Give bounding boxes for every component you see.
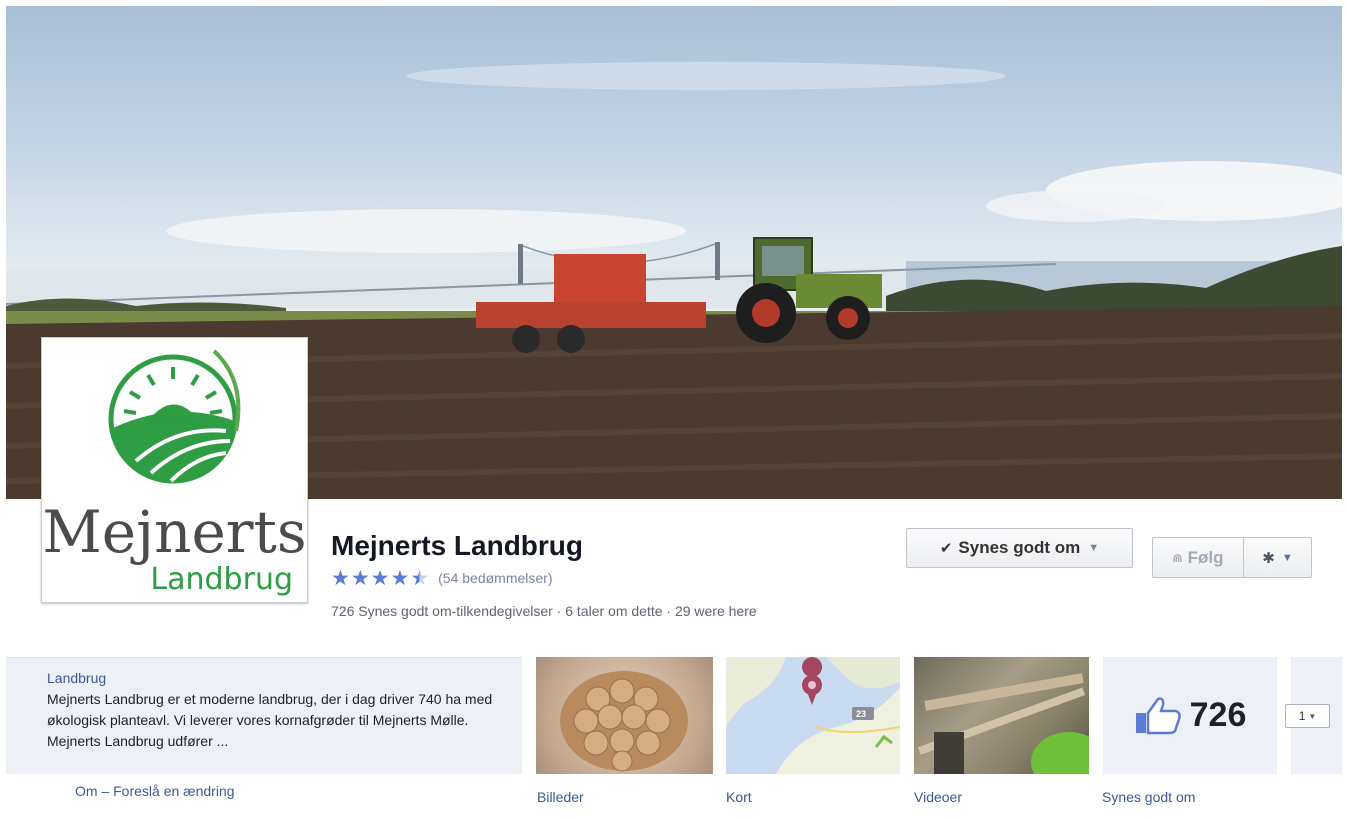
follow-button-label: Følg <box>1187 547 1224 567</box>
page-title[interactable]: Mejnerts Landbrug <box>331 530 583 562</box>
chevron-down-icon: ▼ <box>1281 551 1293 564</box>
half-star-icon: ★ <box>410 566 430 590</box>
map-tile[interactable]: 23 <box>726 657 900 774</box>
star-icon: ★ <box>370 566 390 590</box>
videos-link[interactable]: Videoer <box>914 789 962 805</box>
logo-subtitle: Landbrug <box>150 562 293 597</box>
likes-link[interactable]: Synes godt om <box>1102 789 1195 805</box>
star-icon: ★ <box>350 566 370 590</box>
category-link[interactable]: Landbrug <box>47 670 510 686</box>
page-stats: 726 Synes godt om-tilkendegivelser · 6 t… <box>331 603 757 619</box>
videos-tile[interactable] <box>914 657 1089 774</box>
check-icon: ✔ <box>939 540 953 557</box>
profile-picture[interactable]: Mejnerts Landbrug <box>41 337 308 603</box>
about-panel: Landbrug Mejnerts Landbrug er et moderne… <box>6 657 522 774</box>
star-icon: ★ <box>390 566 410 590</box>
photos-link[interactable]: Billeder <box>537 789 584 805</box>
likes-tile[interactable]: 726 <box>1103 657 1277 774</box>
chevron-down-icon: ▼ <box>1308 711 1317 721</box>
rating-count[interactable]: (54 bedømmelser) <box>438 570 552 586</box>
rss-icon: ⋒ <box>1172 550 1183 565</box>
about-description: Mejnerts Landbrug er et moderne landbrug… <box>47 691 493 749</box>
likes-count: 726 <box>1189 696 1247 734</box>
like-button-label: Synes godt om <box>958 538 1081 557</box>
chevron-down-icon: ▼ <box>1088 542 1100 554</box>
follow-button-group: ⋒ Følg ✱ ▼ <box>1152 537 1312 578</box>
map-thumbnail <box>726 657 900 774</box>
logo-wordmark: Mejnerts <box>42 498 307 566</box>
logo-emblem-icon <box>108 349 241 484</box>
like-button[interactable]: ✔ Synes godt om ▼ <box>906 528 1133 568</box>
rating-row[interactable]: ★ ★ ★ ★ ★ (54 bedømmelser) <box>331 567 553 589</box>
star-icon: ★ <box>331 566 350 590</box>
follow-button[interactable]: ⋒ Følg <box>1153 538 1244 577</box>
about-links[interactable]: Om – Foreslå en ændring <box>75 783 235 799</box>
pager-value: 1 <box>1298 709 1306 723</box>
tile-pager-select[interactable]: 1 ▼ <box>1285 704 1330 728</box>
map-link[interactable]: Kort <box>726 789 752 805</box>
map-road-badge: 23 <box>856 709 867 719</box>
bread-photo <box>560 671 688 772</box>
settings-menu-button[interactable]: ✱ ▼ <box>1244 538 1311 577</box>
thumbs-up-icon <box>1135 696 1181 734</box>
photos-tile[interactable] <box>536 657 713 774</box>
video-thumbnail <box>917 673 1089 774</box>
gear-icon: ✱ <box>1262 549 1275 567</box>
